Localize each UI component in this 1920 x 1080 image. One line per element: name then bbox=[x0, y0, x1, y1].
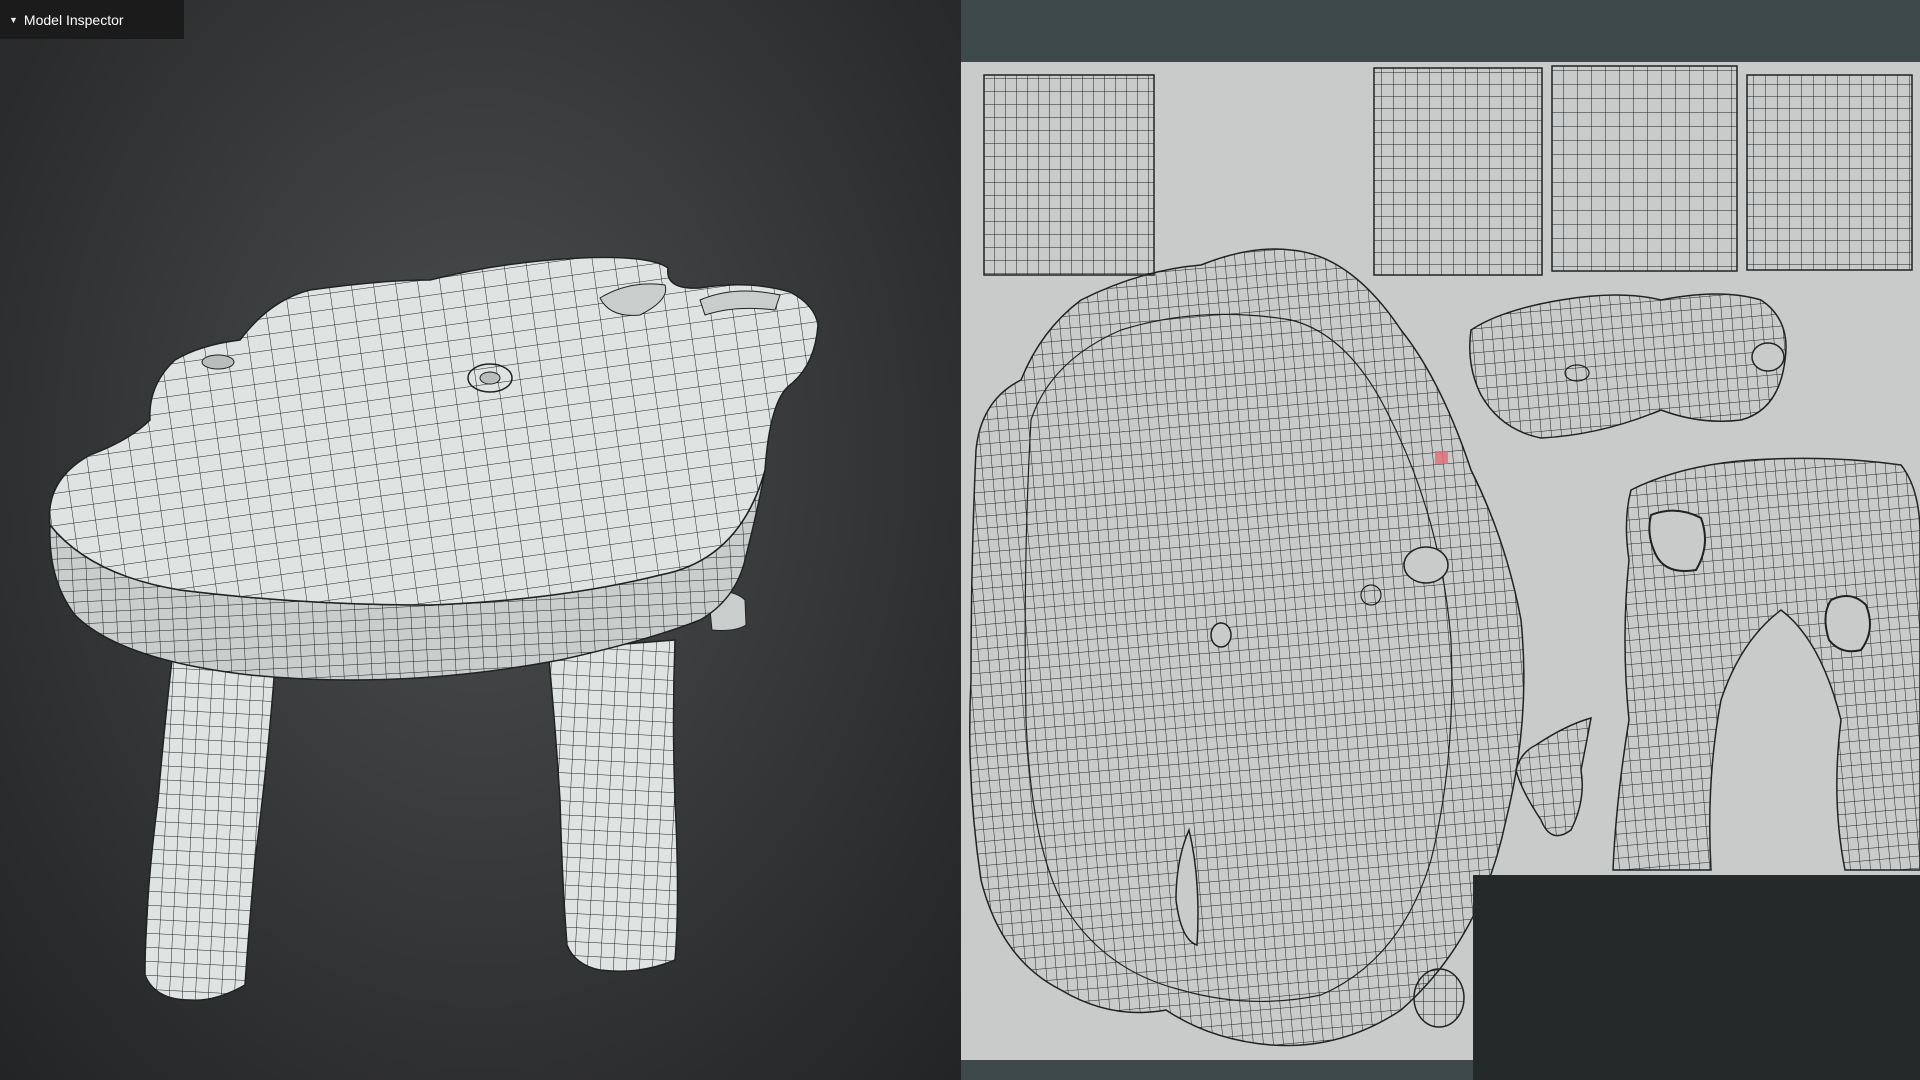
stool-seat-top bbox=[48, 256, 819, 606]
model-inspector-label: Model Inspector bbox=[23, 11, 124, 28]
stool-leg-left bbox=[144, 659, 276, 1001]
3d-viewport[interactable]: ▼ Model Inspector bbox=[0, 0, 961, 1080]
triangle-down-icon: ▼ bbox=[9, 14, 18, 25]
uv-layout bbox=[961, 62, 1920, 1080]
uv-island-strip-1 bbox=[1373, 67, 1543, 276]
stool-leg-right bbox=[547, 639, 679, 972]
uv-island-strip-3 bbox=[1746, 74, 1913, 271]
uv-island-square bbox=[983, 74, 1155, 276]
uv-island-cap bbox=[1413, 968, 1465, 1028]
model-inspector-tab[interactable]: ▼ Model Inspector bbox=[0, 0, 184, 39]
stool-mesh-render bbox=[48, 256, 819, 1001]
uv-selected-face bbox=[1435, 451, 1448, 464]
uv-empty-region bbox=[1473, 875, 1920, 1080]
uv-island-knot bbox=[1469, 293, 1787, 439]
uv-island-strip-2 bbox=[1551, 65, 1738, 272]
uv-editor-panel[interactable] bbox=[961, 0, 1920, 1080]
